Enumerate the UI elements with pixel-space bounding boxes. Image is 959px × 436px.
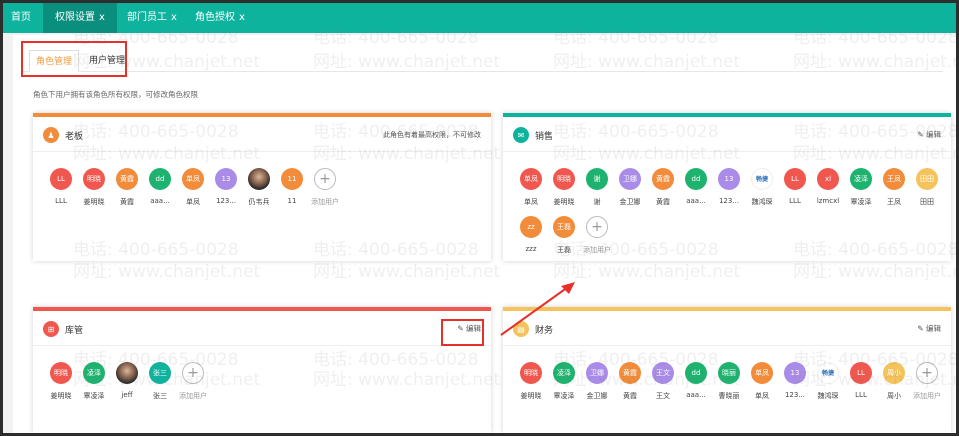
tab-label: 权限设置 (55, 12, 95, 23)
annotation-arrow (500, 282, 575, 336)
tab-label: 首页 (11, 12, 31, 23)
tab-department-staff[interactable]: 部门员工 x (127, 3, 177, 33)
tab-close-icon[interactable]: x (171, 12, 177, 23)
tab-permission-settings[interactable]: 权限设置 x (43, 3, 117, 33)
tab-label: 部门员工 (127, 12, 167, 23)
top-tab-bar: 首页 权限设置 x 部门员工 x 角色授权 x (3, 3, 956, 33)
tab-home[interactable]: 首页 (11, 3, 43, 33)
edit-highlight-box (441, 319, 484, 346)
arrow-line (500, 286, 569, 336)
tab-label: 角色授权 (195, 12, 235, 23)
main-content: 角色管理 用户管理 角色下用户拥有该角色所有权限，可修改角色权限 ♟ 老板 此角… (13, 28, 956, 433)
arrow-head (561, 282, 575, 294)
tab-close-icon[interactable]: x (99, 12, 105, 23)
tab-role-authorization[interactable]: 角色授权 x (195, 3, 245, 33)
app-frame: 首页 权限设置 x 部门员工 x 角色授权 x 角色管理 用户管理 角色下用户拥有该角… (3, 3, 956, 433)
tab-close-icon[interactable]: x (239, 12, 245, 23)
